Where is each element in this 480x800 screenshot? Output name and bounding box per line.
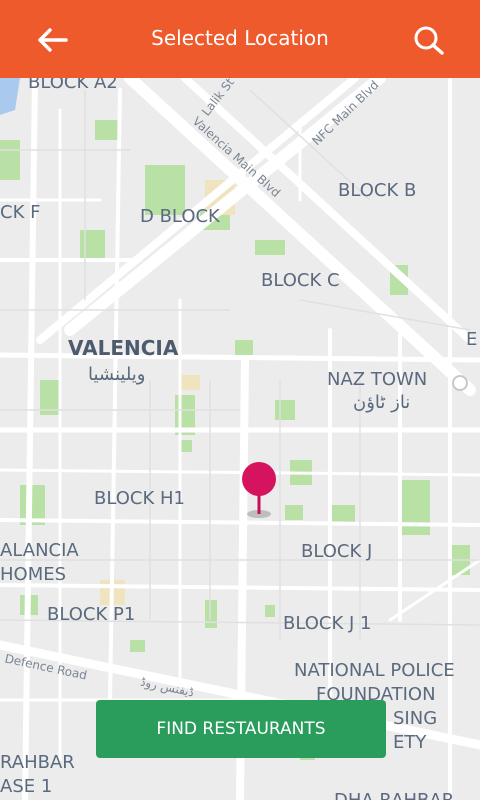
label-e-edge: E (466, 329, 478, 350)
app-header: Selected Location (0, 0, 480, 78)
label-alancia: ALANCIA (0, 540, 79, 561)
label-rahbar-2: ASE 1 (0, 776, 53, 797)
label-block-a2: BLOCK A2 (28, 78, 118, 93)
location-pin-icon[interactable] (238, 462, 280, 522)
label-valencia: VALENCIA (68, 336, 179, 360)
label-block-p1: BLOCK P1 (47, 604, 136, 625)
label-block-c: BLOCK C (261, 270, 340, 291)
label-homes: HOMES (0, 564, 67, 585)
label-naz-town: NAZ TOWN (327, 369, 428, 390)
label-block-j1: BLOCK J 1 (283, 613, 372, 634)
label-block-j: BLOCK J (301, 541, 373, 562)
label-valencia-urdu: ویلینشیا (88, 364, 146, 385)
label-national-police-4: ETY (393, 732, 427, 753)
label-national-police-3: SING (393, 708, 438, 729)
label-ck-f: CK F (0, 202, 41, 223)
find-restaurants-button[interactable]: FIND RESTAURANTS (96, 700, 386, 758)
label-dha-rahbar: DHA RAHBAR (334, 790, 454, 800)
label-d-block: D BLOCK (140, 206, 220, 227)
label-national-police-1: NATIONAL POLICE (294, 660, 455, 681)
label-naz-town-urdu: ناز ٹاؤن (353, 392, 411, 413)
search-button[interactable] (408, 20, 450, 60)
label-block-b: BLOCK B (338, 180, 417, 201)
label-block-h1: BLOCK H1 (94, 488, 185, 509)
map-view[interactable]: BLOCK A2 Lalik St Valencia Main Blvd NFC… (0, 78, 480, 800)
search-icon (414, 26, 444, 55)
label-rahbar-1: RAHBAR (0, 752, 75, 773)
